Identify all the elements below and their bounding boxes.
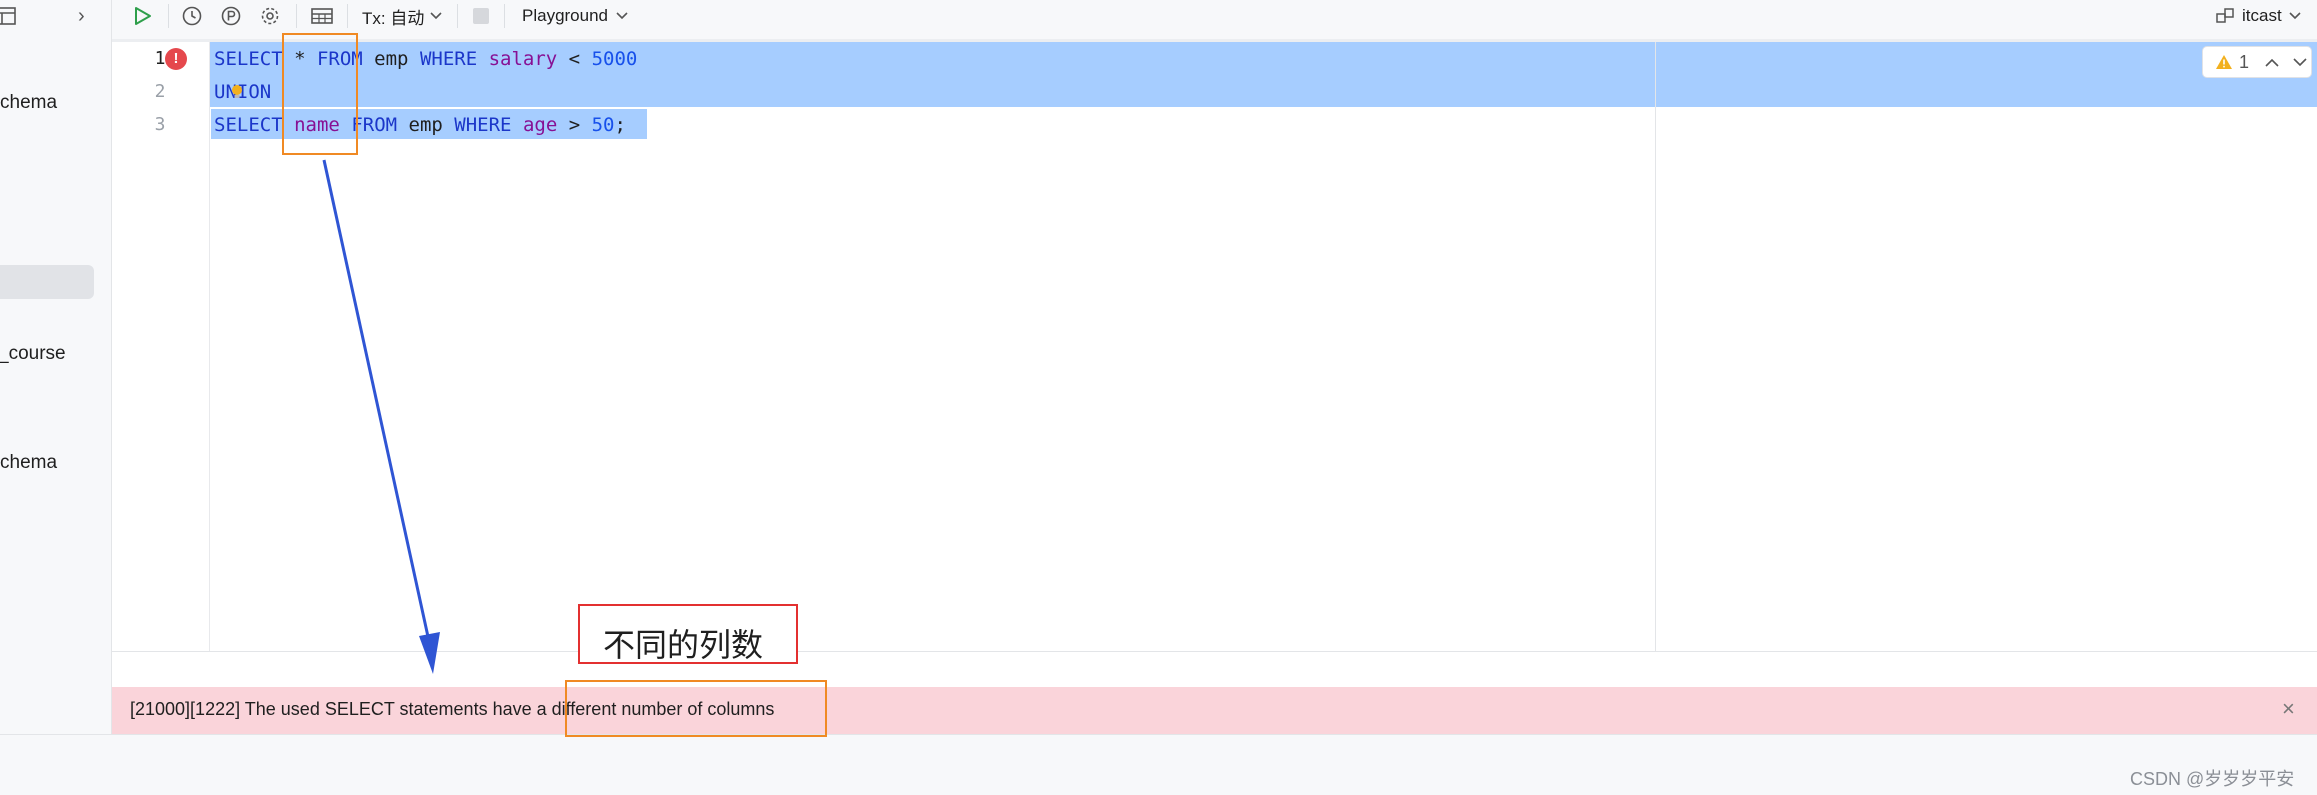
lightbulb-icon[interactable]: [230, 84, 244, 100]
close-icon[interactable]: ×: [2282, 696, 2295, 722]
editor-toolbar: Tx: 自动 Playground itcast: [112, 0, 2317, 32]
inspection-widget[interactable]: 1: [2202, 46, 2312, 78]
table-icon: [311, 8, 333, 24]
history-button[interactable]: [178, 3, 206, 29]
line-number: 2: [154, 81, 166, 102]
result-table-button[interactable]: [306, 3, 338, 29]
status-bar: [0, 734, 2317, 795]
play-icon: [135, 7, 151, 25]
session-label: Playground: [522, 6, 609, 25]
code-token: WHERE: [454, 114, 512, 136]
gear-icon: [261, 7, 279, 25]
right-margin-guide: [1655, 42, 1656, 652]
datasource-label: itcast: [2242, 6, 2282, 25]
line-number-gutter: 1 2 3 !: [112, 42, 210, 652]
chevron-down-icon: [616, 12, 628, 20]
code-token: ;: [614, 114, 626, 136]
transaction-mode-label: Tx: 自动: [362, 8, 425, 28]
code-token: 50: [591, 114, 615, 136]
watermark: CSDN @岁岁岁平安: [2130, 769, 2295, 789]
annotation-box-star: [282, 33, 358, 155]
database-explorer-sidebar: › chema _course chema: [0, 0, 112, 734]
annotation-box-message: [565, 680, 827, 737]
code-token: emp: [397, 114, 455, 136]
sidebar-item-schema-1[interactable]: chema: [0, 92, 57, 114]
settings-button[interactable]: [256, 3, 284, 29]
chevron-down-icon: [2289, 12, 2301, 20]
error-icon[interactable]: !: [165, 48, 187, 70]
sql-editor[interactable]: 1 2 3 ! SELECT * FROM emp WHERE salary <…: [112, 42, 2317, 652]
p-circle-icon: [221, 6, 241, 26]
warning-icon: [2216, 55, 2232, 69]
run-button[interactable]: [128, 3, 156, 29]
stop-icon: [473, 8, 489, 24]
sidebar-item-course[interactable]: _course: [0, 343, 66, 365]
code-token: WHERE: [419, 48, 478, 70]
code-token: age: [522, 114, 558, 136]
stop-button[interactable]: [468, 3, 494, 29]
screen: › chema _course chema Tx: 自动 Playground …: [0, 0, 2317, 795]
annotation-label: 不同的列数: [603, 626, 764, 664]
code-token: <: [557, 48, 592, 70]
chevron-down-icon: [430, 12, 442, 20]
session-dropdown[interactable]: Playground: [522, 3, 632, 29]
sidebar-item-schema-2[interactable]: chema: [0, 452, 57, 474]
editor-footer: [112, 652, 2317, 687]
sidebar-header: ›: [0, 0, 112, 32]
datasource-dropdown[interactable]: itcast: [2215, 3, 2311, 29]
line-number: 3: [154, 114, 166, 135]
code-token: SELECT: [214, 114, 283, 136]
table-grid-icon[interactable]: [0, 7, 16, 25]
error-notification-bar: [21000][1222] The used SELECT statements…: [112, 687, 2317, 734]
inspection-count: 1: [2239, 51, 2250, 72]
code-line-3[interactable]: SELECT name FROM emp WHERE age > 50;: [214, 110, 626, 140]
chevron-down-icon[interactable]: [2293, 57, 2307, 67]
explain-plan-button[interactable]: [217, 3, 245, 29]
chevron-right-icon[interactable]: ›: [78, 5, 85, 27]
transaction-mode-dropdown[interactable]: Tx: 自动: [362, 3, 452, 29]
code-token: 5000: [591, 48, 638, 70]
datasource-icon: [2216, 8, 2234, 23]
code-token: FROM: [351, 114, 398, 136]
clock-icon: [182, 6, 202, 26]
chevron-up-icon[interactable]: [2265, 58, 2279, 67]
code-token: emp: [362, 48, 420, 70]
code-token: >: [557, 114, 592, 136]
code-line-1[interactable]: SELECT * FROM emp WHERE salary < 5000: [214, 44, 637, 74]
code-token: SELECT: [214, 48, 283, 70]
code-token: salary: [488, 48, 558, 70]
sidebar-selected-row[interactable]: [0, 265, 94, 299]
